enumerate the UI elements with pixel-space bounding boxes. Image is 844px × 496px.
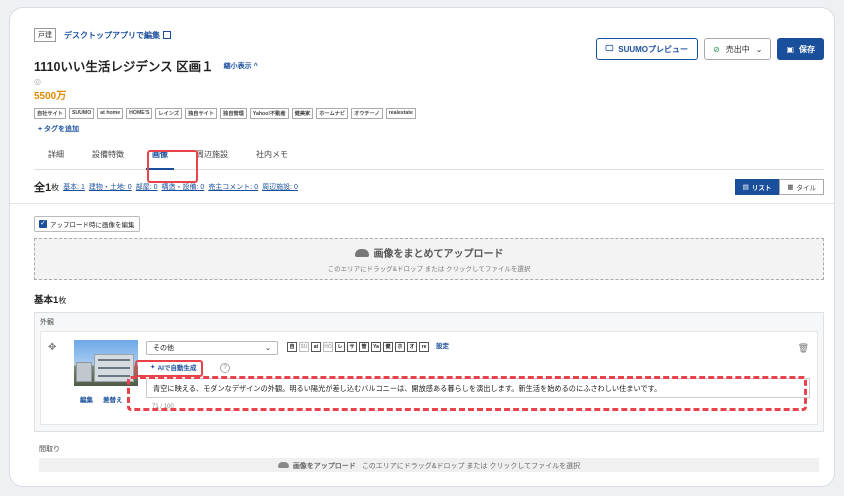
media-toggle[interactable]: at — [311, 342, 321, 352]
media-toggle[interactable]: 健 — [383, 342, 393, 352]
status-select[interactable]: ⊘ 売出中 ⌄ — [704, 38, 772, 60]
help-icon[interactable]: ? — [220, 363, 230, 373]
monitor-icon: 🖵 — [605, 44, 614, 53]
list-label: リスト — [751, 185, 772, 192]
media-toggle[interactable]: レ — [335, 342, 345, 352]
highlight-images-tab — [147, 150, 198, 183]
tab-features[interactable]: 設備特徴 — [78, 140, 138, 170]
status-value: 売出中 — [725, 44, 750, 54]
property-title: 1110いい生活レジデンス 区画１ — [34, 60, 214, 74]
summary-link-room[interactable]: 部屋: 0 — [136, 182, 158, 192]
chevron-down-icon: ⌄ — [265, 345, 271, 352]
media-toggle[interactable]: SU — [299, 342, 309, 352]
edit-on-upload-checkbox[interactable]: ✓ アップロード時に画像を編集 — [34, 216, 140, 232]
summary-unit: 枚 — [51, 182, 60, 192]
location-pin-icon: ◎ — [34, 77, 41, 86]
thumbnail-actions: 編集 差替え — [80, 394, 123, 404]
price: 5500万 — [34, 91, 67, 102]
trash-icon[interactable]: 🗑 — [798, 343, 809, 354]
summary-link-nearby[interactable]: 周辺施設: 0 — [262, 182, 298, 192]
upload-title-text: 画像をまとめてアップロード — [373, 249, 504, 260]
media-toggles: 自 SU at HO レ サ 管 Ya 健 ホ オ re 設定 — [287, 342, 449, 352]
view-toggle: ▤ リスト ▦ タイル — [734, 179, 824, 195]
check-circle-icon: ⊘ — [713, 44, 720, 54]
collapse-link[interactable]: 縮小表示 ^ — [224, 61, 258, 71]
external-link-icon — [163, 30, 171, 39]
list-icon: ▤ — [742, 184, 749, 191]
tag-list: 自社サイト SUUMO at home HOME'S レインズ 独自サイト 独自… — [34, 108, 824, 119]
cloud-upload-icon — [354, 249, 369, 257]
drag-handle-icon[interactable]: ✥ — [48, 342, 56, 353]
floorplan-upload-sub: このエリアにドラッグ&ドロップ または クリックしてファイルを選択 — [361, 463, 581, 470]
tile-view-button[interactable]: ▦ タイル — [779, 179, 824, 195]
media-toggle[interactable]: re — [419, 342, 429, 352]
media-toggle[interactable]: ホ — [395, 342, 405, 352]
category-select[interactable]: その他 ⌄ — [146, 341, 278, 355]
tag: 独自管理 — [220, 108, 247, 119]
media-toggle[interactable]: サ — [347, 342, 357, 352]
tag: 独自サイト — [185, 108, 218, 119]
tab-details[interactable]: 詳細 — [34, 140, 78, 170]
chevron-down-icon: ⌄ — [755, 44, 763, 54]
tag: at home — [97, 108, 124, 119]
media-settings-link[interactable]: 設定 — [436, 342, 449, 352]
basic-title: 基本 — [34, 295, 54, 306]
tag: 自社サイト — [34, 108, 66, 119]
category-value: その他 — [153, 345, 174, 352]
add-tag-button[interactable]: + タグを追加 — [38, 124, 824, 134]
top-actions: 🖵 SUUMOプレビュー ⊘ 売出中 ⌄ ▣ 保存 — [595, 38, 824, 60]
summary-link-structure[interactable]: 構造・設備: 0 — [162, 182, 205, 192]
grid-icon: ▦ — [787, 184, 794, 191]
exterior-heading: 外観 — [40, 319, 54, 326]
media-toggle[interactable]: HO — [323, 342, 333, 352]
tag: レインズ — [155, 108, 183, 119]
replace-image-link[interactable]: 差替え — [103, 394, 123, 404]
divider — [10, 203, 834, 204]
media-toggle[interactable]: 自 — [287, 342, 297, 352]
desktop-edit-label: デスクトップアプリで編集 — [64, 30, 160, 40]
tag: SUUMO — [68, 108, 95, 119]
upload-subtitle: このエリアにドラッグ&ドロップ または クリックしてファイルを選択 — [327, 266, 531, 273]
suumo-preview-button[interactable]: 🖵 SUUMOプレビュー — [595, 38, 699, 60]
summary-link-basic[interactable]: 基本: 1 — [63, 182, 85, 192]
tag: HOME'S — [126, 108, 153, 119]
list-view-button[interactable]: ▤ リスト — [734, 179, 780, 195]
media-toggle[interactable]: Ya — [371, 342, 381, 352]
suumo-preview-label: SUUMOプレビュー — [618, 44, 689, 54]
basic-section-title: 基本1枚 — [34, 292, 824, 306]
save-label: 保存 — [799, 44, 815, 54]
tile-label: タイル — [796, 185, 817, 192]
summary-link-building[interactable]: 建物・土地: 0 — [89, 182, 132, 192]
tag: realestate — [385, 108, 416, 119]
tag: 健美家 — [291, 108, 314, 119]
upload-title: 画像をまとめてアップロード — [35, 245, 823, 260]
edit-on-upload-label: アップロード時に画像を編集 — [50, 222, 135, 229]
tag: Yahoo!不動産 — [249, 108, 289, 119]
cloud-upload-icon — [277, 462, 289, 468]
building-side — [76, 362, 92, 382]
floorplan-upload-title: 画像をアップロード — [292, 463, 356, 470]
bulk-upload-dropzone[interactable]: 画像をまとめてアップロード このエリアにドラッグ&ドロップ または クリックして… — [34, 238, 824, 280]
floorplan-heading: 間取り — [39, 446, 60, 453]
floorplan-dropzone[interactable]: 画像をアップロード このエリアにドラッグ&ドロップ または クリックしてファイルを… — [39, 458, 819, 472]
checkbox-checked-icon: ✓ — [39, 220, 47, 228]
media-toggle[interactable]: オ — [407, 342, 417, 352]
desktop-edit-link[interactable]: デスクトップアプリで編集 — [64, 30, 171, 41]
highlight-ai-button — [135, 360, 203, 377]
tag: オウチーノ — [351, 108, 383, 119]
edit-image-link[interactable]: 編集 — [80, 394, 93, 404]
property-type-badge: 戸建 — [34, 28, 56, 42]
summary-total: 全1 — [34, 182, 52, 194]
save-button[interactable]: ▣ 保存 — [777, 38, 824, 60]
summary-link-seller[interactable]: 売主コメント: 0 — [208, 182, 258, 192]
highlight-description — [127, 376, 807, 411]
save-icon: ▣ — [786, 44, 794, 54]
tag: ホームナビ — [316, 108, 349, 119]
media-toggle[interactable]: 管 — [359, 342, 369, 352]
app-window: 戸建 デスクトップアプリで編集 🖵 SUUMOプレビュー ⊘ 売出中 ⌄ ▣ 保… — [9, 7, 835, 487]
tab-memo[interactable]: 社内メモ — [242, 140, 302, 170]
basic-unit: 枚 — [58, 296, 67, 305]
